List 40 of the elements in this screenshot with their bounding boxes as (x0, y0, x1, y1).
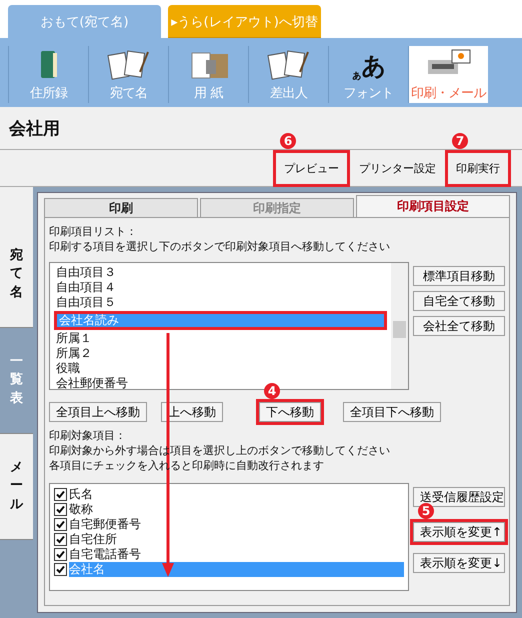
side-tab[interactable]: 宛て名 (0, 222, 33, 328)
move-button[interactable]: 標準項目移動 (413, 266, 505, 286)
panel-tab[interactable]: 印刷項目設定 (356, 195, 510, 217)
list-item[interactable]: 所属１ (54, 331, 387, 346)
list-item[interactable]: 敬称 (69, 502, 404, 517)
list-item[interactable]: 自宅郵便番号 (69, 517, 404, 532)
move-button[interactable]: 会社全て移動 (413, 316, 505, 336)
move-button[interactable]: 全項目下へ移動 (343, 402, 441, 422)
side-tab[interactable]: メール (0, 434, 33, 540)
panel-tab[interactable]: 印刷 (44, 198, 198, 217)
checkbox[interactable] (54, 548, 67, 561)
checkbox[interactable] (54, 563, 67, 576)
order-button[interactable]: 送受信履歴設定 (413, 487, 505, 507)
scrollbar[interactable] (391, 263, 408, 389)
checkbox[interactable] (54, 488, 67, 501)
list-item[interactable]: 氏名 (69, 487, 404, 502)
action-button[interactable]: プリンター設定 (351, 152, 444, 184)
list-item[interactable]: 自由項目３ (54, 265, 387, 280)
list-item[interactable]: 自由項目５ (54, 295, 387, 310)
order-button[interactable]: 表示順を変更↓ (413, 553, 505, 573)
step-badge: 5 (418, 503, 434, 519)
move-button[interactable]: 自宅全て移動 (413, 291, 505, 311)
list-heading: 印刷項目リスト： (49, 224, 138, 239)
list-item[interactable]: 自宅電話番号 (69, 547, 404, 562)
target-list[interactable]: 氏名 敬称 自宅郵便番号 自宅住所 自宅電話番号 会社名 (49, 483, 409, 591)
list-item[interactable]: 自由項目４ (54, 280, 387, 295)
page-title: 会社用 (9, 118, 60, 140)
list-item[interactable]: 自宅住所 (69, 532, 404, 547)
cards-icon (266, 48, 312, 82)
list-item[interactable]: 所属２ (54, 346, 387, 361)
checkbox[interactable] (54, 503, 67, 516)
move-button[interactable]: 上へ移動 (161, 402, 223, 422)
list-item[interactable]: 役職 (54, 361, 387, 376)
checkbox[interactable] (54, 533, 67, 546)
cards-icon (106, 48, 152, 82)
list-heading: 印刷対象項目： (49, 428, 127, 443)
checkbox[interactable] (54, 518, 67, 531)
move-button[interactable]: 全項目上へ移動 (49, 402, 147, 422)
list-hint: 印刷する項目を選択し下のボタンで印刷対象項目へ移動してください (49, 239, 391, 254)
step-badge: 4 (264, 383, 280, 399)
